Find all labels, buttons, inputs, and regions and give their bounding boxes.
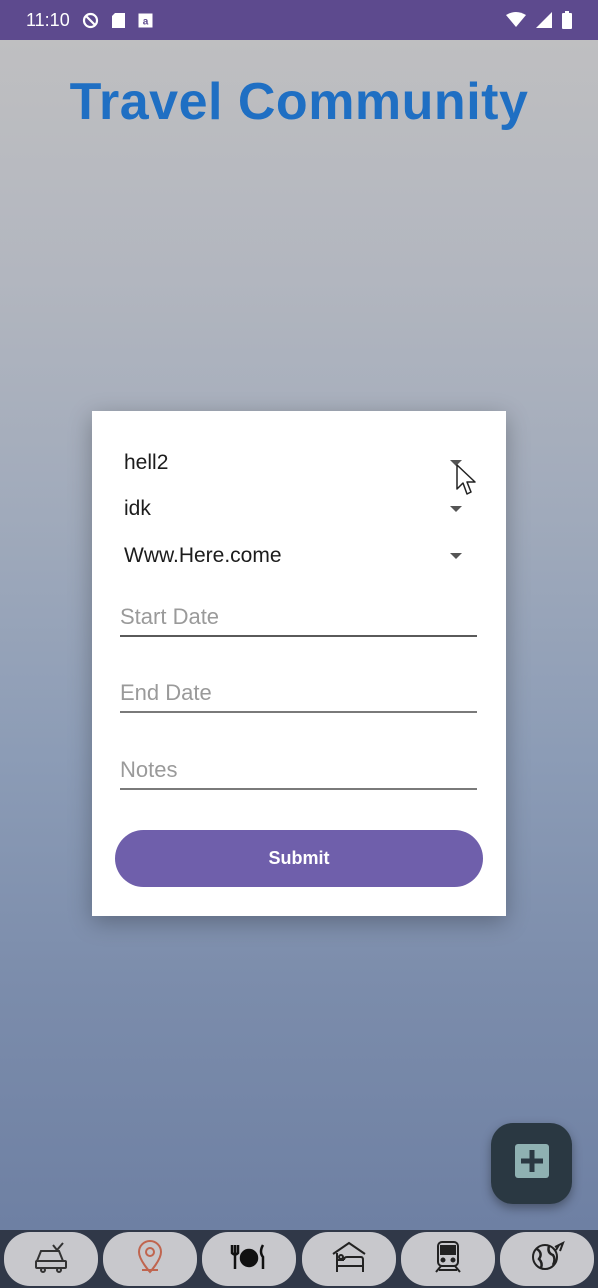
end-date-field[interactable] [120,667,477,713]
location-pin-icon [136,1239,164,1279]
hotel-icon [330,1240,368,1279]
add-icon [514,1143,550,1184]
wifi-icon [506,12,526,28]
submit-button[interactable]: Submit [115,830,483,887]
car-rental-icon [33,1241,69,1278]
dropdown-category[interactable]: idk [124,489,462,529]
train-icon [433,1240,463,1279]
notes-input[interactable] [120,744,477,788]
nav-item-car-rental[interactable] [4,1232,98,1286]
battery-icon [562,11,572,29]
dropdown-arrow-icon [450,553,462,559]
dropdown-city[interactable]: hell2 [124,443,462,483]
svg-text:a: a [142,16,148,27]
start-date-field[interactable] [120,591,477,637]
dropdown-website-value: Www.Here.come [124,544,282,567]
mouse-cursor-icon [456,464,478,501]
restaurant-icon [230,1242,268,1277]
signal-icon [536,12,552,28]
dropdown-arrow-icon [450,506,462,512]
nav-item-explore[interactable] [499,1232,594,1286]
notes-field[interactable] [120,744,477,790]
dropdown-city-value: hell2 [124,451,169,474]
page-title: Travel Community [69,73,529,131]
sd-card-icon [111,12,126,29]
status-bar: 11:10 a [0,0,598,40]
nav-item-restaurants[interactable] [202,1232,297,1286]
nav-item-trains[interactable] [400,1232,495,1286]
dropdown-category-value: idk [124,497,151,520]
bottom-navigation [0,1230,598,1288]
dropdown-website[interactable]: Www.Here.come [124,536,462,576]
notification-icon: a [138,13,153,28]
end-date-input[interactable] [120,667,477,711]
globe-icon [529,1240,565,1278]
add-button[interactable] [491,1123,572,1204]
do-not-disturb-icon [82,12,99,29]
trip-form-card: hell2 idk Www.Here.come Submit [92,411,506,916]
nav-item-places[interactable] [103,1232,198,1286]
nav-item-hotels[interactable] [301,1232,396,1286]
start-date-input[interactable] [120,591,477,635]
status-time: 11:10 [26,9,70,30]
